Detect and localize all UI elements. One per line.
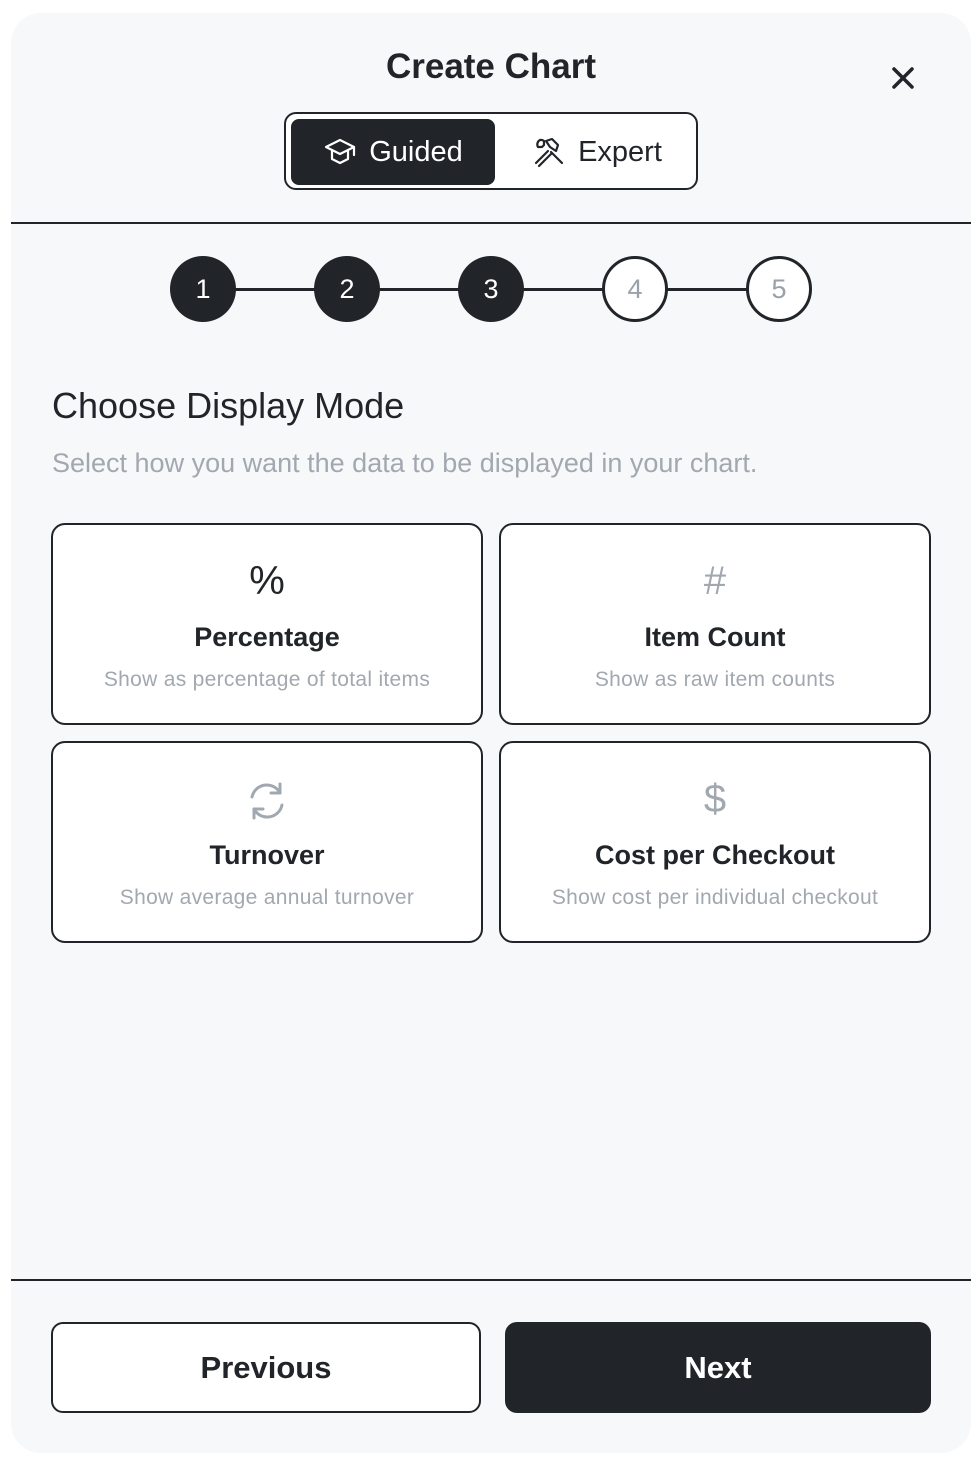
step-5: 5 xyxy=(746,256,812,322)
option-item-count[interactable]: # Item Count Show as raw item counts xyxy=(499,523,931,725)
mode-toggle: Guided Expert xyxy=(284,112,698,190)
option-turnover[interactable]: Turnover Show average annual turnover xyxy=(51,741,483,943)
step-4: 4 xyxy=(602,256,668,322)
step-1: 1 xyxy=(170,256,236,322)
option-description: Show as percentage of total items xyxy=(103,668,431,691)
header-divider xyxy=(11,222,971,224)
expert-mode-label: Expert xyxy=(578,135,662,168)
dialog-title: Create Chart xyxy=(385,47,597,86)
previous-button[interactable]: Previous xyxy=(51,1322,481,1413)
step-2: 2 xyxy=(314,256,380,322)
progress-stepper: 1 2 3 4 5 xyxy=(11,256,971,322)
guided-mode-button[interactable]: Guided xyxy=(291,119,495,185)
close-button[interactable] xyxy=(885,60,921,96)
option-description: Show as raw item counts xyxy=(594,668,836,691)
option-title: Item Count xyxy=(644,622,786,652)
option-description: Show average annual turnover xyxy=(119,886,415,909)
percent-icon: % xyxy=(249,559,285,603)
section-title: Choose Display Mode xyxy=(52,385,405,426)
close-icon xyxy=(892,67,914,89)
tools-icon xyxy=(532,135,566,169)
dollar-icon: $ xyxy=(703,777,727,821)
refresh-icon xyxy=(53,777,481,823)
hash-icon: # xyxy=(703,559,727,603)
option-cost-per-checkout[interactable]: $ Cost per Checkout Show cost per indivi… xyxy=(499,741,931,943)
option-percentage[interactable]: % Percentage Show as percentage of total… xyxy=(51,523,483,725)
footer-divider xyxy=(11,1279,971,1281)
guided-mode-label: Guided xyxy=(369,135,463,168)
option-title: Cost per Checkout xyxy=(594,840,836,870)
graduation-cap-icon xyxy=(323,135,357,169)
create-chart-dialog: Create Chart Guided Expert 1 2 3 4 5 Cho… xyxy=(11,13,971,1453)
next-button[interactable]: Next xyxy=(505,1322,931,1413)
dialog-header: Create Chart Guided Expert xyxy=(11,13,971,223)
section-subtitle: Select how you want the data to be displ… xyxy=(52,448,758,478)
option-title: Turnover xyxy=(209,840,325,870)
expert-mode-button[interactable]: Expert xyxy=(495,119,699,185)
option-title: Percentage xyxy=(194,622,340,652)
option-description: Show cost per individual checkout xyxy=(551,886,879,909)
step-3: 3 xyxy=(458,256,524,322)
